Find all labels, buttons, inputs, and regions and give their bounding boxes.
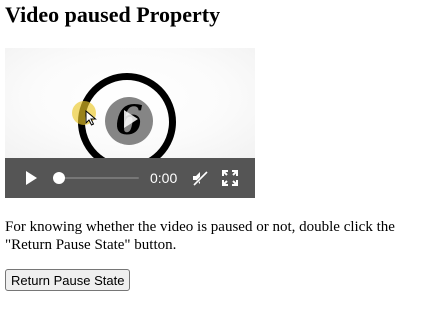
center-play-icon — [124, 110, 138, 128]
video-frame[interactable]: 6 — [5, 48, 255, 171]
progress-thumb[interactable] — [53, 172, 65, 184]
fullscreen-icon[interactable] — [222, 170, 238, 186]
mouse-cursor-icon — [85, 110, 97, 126]
instructions-text: For knowing whether the video is paused … — [5, 219, 395, 253]
video-player[interactable]: 6 0:00 — [5, 48, 255, 198]
return-pause-state-button[interactable]: Return Pause State — [5, 269, 131, 291]
play-icon[interactable] — [23, 170, 39, 186]
progress-track[interactable] — [59, 177, 139, 179]
time-display: 0:00 — [150, 170, 178, 186]
video-controls: 0:00 — [5, 158, 255, 198]
page-title: Video paused Property — [5, 2, 221, 27]
mute-icon[interactable] — [191, 169, 209, 187]
